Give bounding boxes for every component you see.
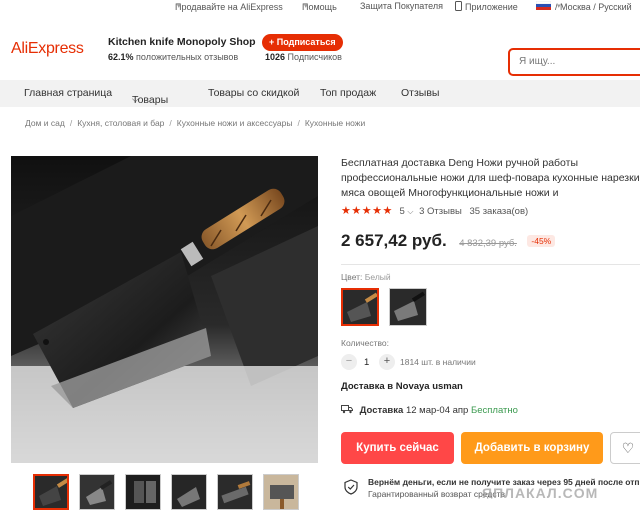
subscribers-label: Подписчиков [287,52,342,62]
breadcrumb-separator: / [169,118,172,128]
nav-item-reviews[interactable]: Отзывы [401,87,439,99]
stock-count: 1814 шт. в наличии [400,357,476,367]
rating-row: ★★★★★ 5 ⌵ 3 Отзывы 35 заказа(ов) [341,204,528,217]
breadcrumb-item[interactable]: Кухня, столовая и бар [77,118,164,128]
wishlist-button[interactable]: ♡ [610,432,640,464]
cleaver-knife-photo [11,156,318,463]
flag-icon [535,0,552,10]
thumbnail-image [172,475,206,509]
color-value: Белый [364,272,391,282]
add-to-cart-button[interactable]: Добавить в корзину [461,432,603,464]
subscribers-count: 1026 [265,52,286,62]
buy-now-button[interactable]: Купить сейчас [341,432,454,464]
store-name[interactable]: Kitchen knife Monopoly Shop [108,36,256,48]
thumbnail-image [80,475,114,509]
ship-to-location[interactable]: Доставка в Novaya usman [341,381,463,392]
breadcrumb-item[interactable]: Кухонные ножи [305,118,365,128]
store-header: AliExpress Kitchen knife Monopoly Shop 6… [0,14,640,80]
thumbnail-3[interactable] [125,474,161,510]
rating-value: 5 [399,206,405,217]
watermark: ЯПЛАКАЛ.COM [482,485,599,501]
breadcrumb-item[interactable]: Кухонные ножи и аксессуары [177,118,293,128]
store-stats: 62.1% положительных отзывов 1026 Подписч… [108,52,342,62]
nav-item-top-sales[interactable]: Топ продаж [320,87,376,99]
color-label: Цвет: Белый [341,272,391,282]
aliexpress-logo[interactable]: AliExpress [11,40,84,58]
thumbnail-image [264,475,298,509]
delivery-label: Доставка [359,405,404,416]
chevron-down-icon: ▾ [304,3,308,10]
product-main-image[interactable] [11,156,318,463]
shield-icon [344,479,358,495]
price-row: 2 657,42 руб. 4 832,39 руб. -45% [341,231,556,251]
heart-icon: ♡ [621,440,635,456]
phone-icon [455,1,462,11]
delivery-free: Бесплатно [470,405,518,416]
top-bar: Продавайте на AliExpress ▾ Помощь ▾ Защита… [175,0,632,12]
search-input[interactable]: Я ищу... [508,48,640,76]
buyer-protection-link[interactable]: Защита Покупателя [360,1,443,11]
positive-feedback-percent: 62.1% [108,52,134,62]
thumbnail-1[interactable] [33,474,69,510]
store-nav: Главная страница Товары ⌵ Товары со скид… [0,80,640,107]
chevron-down-icon[interactable]: ⌵ [407,207,413,216]
breadcrumb: Дом и сад / Кухня, столовая и бар / Кухонные… [25,118,365,128]
region-selector[interactable]: / Москва / Русский ▾ [535,0,632,12]
thumbnail-4[interactable] [171,474,207,510]
delivery-info: Доставка 12 мар-04 апр Бесплатно [341,404,518,416]
thumbnail-image [218,475,252,509]
quantity-decrease-button[interactable]: − [341,354,357,370]
product-title: Бесплатная доставка Deng Ножи ручной раб… [341,157,640,199]
chevron-down-icon: ▾ [557,3,561,10]
thumbnail-5[interactable] [217,474,253,510]
breadcrumb-separator: / [69,118,73,128]
chevron-down-icon: ▾ [177,3,181,10]
color-swatch-black[interactable] [389,288,427,326]
thumbnail-image [126,475,160,509]
positive-feedback-label: положительных отзывов [136,52,239,62]
reviews-link[interactable]: 3 Отзывы [419,206,462,217]
current-price: 2 657,42 руб. [341,231,447,250]
nav-item-sale[interactable]: Товары со скидкой [208,87,299,99]
quantity-increase-button[interactable]: + [379,354,395,370]
thumbnail-6[interactable] [263,474,299,510]
orders-count: 35 заказа(ов) [469,206,529,217]
old-price: 4 832,39 руб. [459,238,517,249]
color-swatch-white[interactable] [341,288,379,326]
truck-icon [341,405,353,414]
quantity-label: Количество: [341,338,390,348]
breadcrumb-item[interactable]: Дом и сад [25,118,65,128]
rating-stars-icon: ★★★★★ [341,205,393,217]
breadcrumb-separator: / [297,118,300,128]
swatch-image [343,290,377,324]
app-link[interactable]: Приложение [455,1,518,12]
delivery-dates: 12 мар-04 апр [405,405,469,416]
subscribe-button[interactable]: + Подписаться [262,34,343,51]
nav-item-home[interactable]: Главная страница [24,87,112,99]
thumbnail-image [35,476,67,508]
quantity-value[interactable]: 1 [364,357,369,368]
thumbnail-2[interactable] [79,474,115,510]
divider [341,264,640,265]
swatch-image [390,289,426,325]
discount-badge: -45% [527,235,556,247]
chevron-down-icon: ⌵ [132,94,139,104]
